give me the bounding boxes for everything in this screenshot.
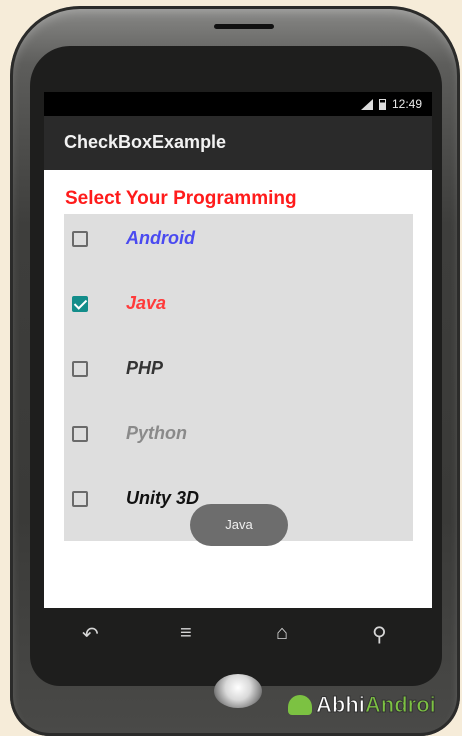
checkbox-java[interactable] [72, 296, 88, 312]
action-bar: CheckBoxExample [44, 116, 432, 170]
watermark-text-a: Abhi [316, 692, 366, 718]
navigation-bar: ↶ ≡ ⌂ ⚲ [44, 608, 432, 660]
checkbox-unity[interactable] [72, 491, 88, 507]
checkbox-row-php[interactable]: PHP [64, 344, 413, 394]
device-screen: 12:49 CheckBoxExample Select Your Progra… [44, 92, 432, 608]
back-icon[interactable]: ↶ [82, 622, 99, 647]
search-icon[interactable]: ⚲ [372, 622, 387, 647]
checkbox-php[interactable] [72, 361, 88, 377]
watermark-logo: AbhiAndroi [288, 692, 436, 718]
status-time: 12:49 [391, 97, 422, 111]
checkbox-row-python[interactable]: Python [64, 409, 413, 459]
status-bar: 12:49 [44, 92, 432, 116]
android-logo-icon [288, 695, 312, 715]
checkbox-list: Android Java PHP Python Unity 3D [64, 214, 413, 541]
battery-icon [378, 98, 386, 110]
hardware-home-button[interactable] [214, 674, 262, 708]
checkbox-row-java[interactable]: Java [64, 279, 413, 329]
checkbox-python[interactable] [72, 426, 88, 442]
speaker-grille [214, 24, 274, 29]
watermark-text-b: Androi [364, 692, 436, 718]
checkbox-label-android[interactable]: Android [126, 228, 195, 249]
checkbox-row-android[interactable]: Android [64, 214, 413, 264]
checkbox-label-php[interactable]: PHP [126, 358, 163, 379]
checkbox-label-java[interactable]: Java [126, 293, 166, 314]
app-title: CheckBoxExample [64, 132, 227, 152]
toast-message: Java [190, 504, 288, 546]
checkbox-android[interactable] [72, 231, 88, 247]
signal-icon [360, 98, 373, 110]
home-icon[interactable]: ⌂ [276, 622, 288, 645]
recents-icon[interactable]: ≡ [180, 622, 192, 645]
page-heading: Select Your Programming [65, 188, 297, 209]
checkbox-label-unity[interactable]: Unity 3D [126, 488, 199, 509]
checkbox-label-python[interactable]: Python [126, 423, 187, 444]
